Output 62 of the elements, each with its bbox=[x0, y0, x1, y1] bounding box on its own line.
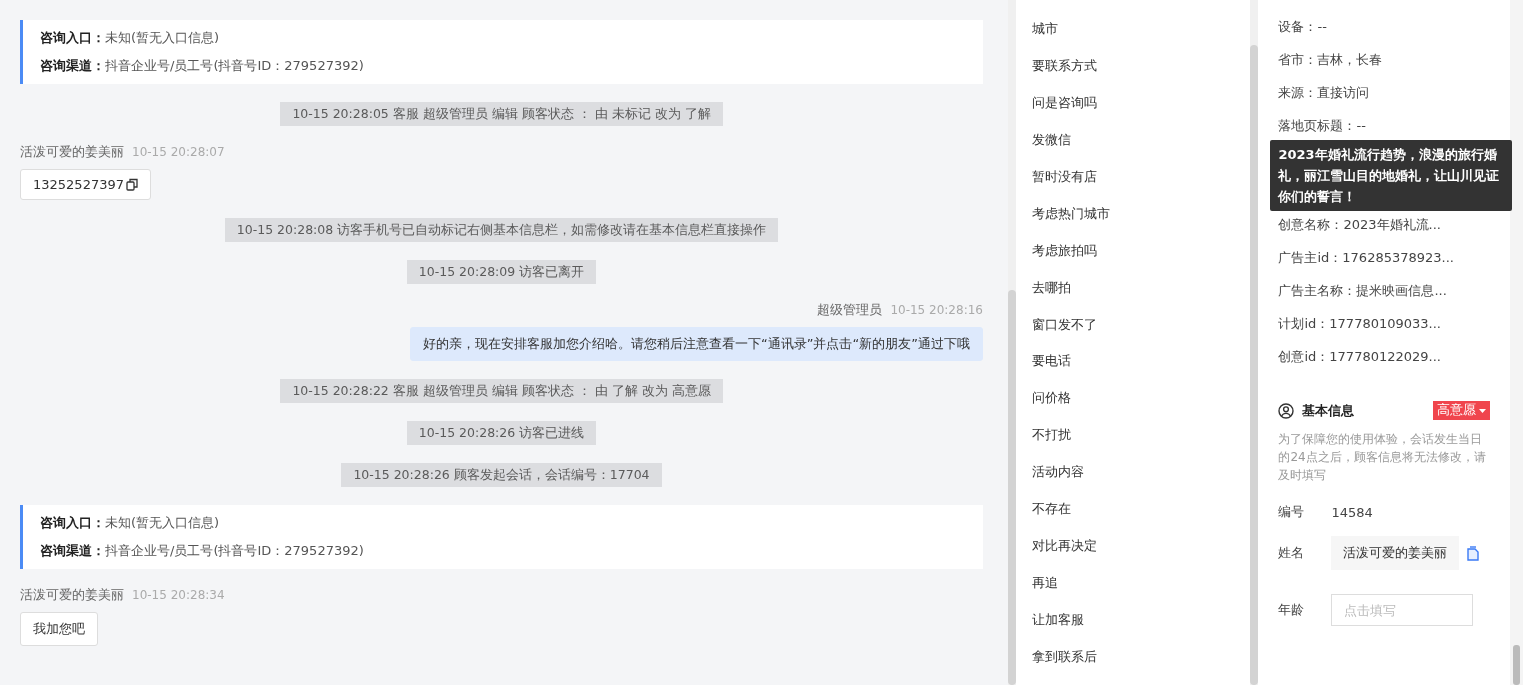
section-title: 基本信息 bbox=[1302, 401, 1356, 420]
entry-info: 咨询入口：未知(暂无入口信息) bbox=[40, 29, 221, 47]
quick-reply-item[interactable]: 考虑热门城市 bbox=[1031, 205, 1110, 221]
notice-text: 为了保障您的使用体验，会话发生当日的24点之后，顾客信息将无法修改，请及时填写 bbox=[1278, 431, 1487, 484]
system-notice: 10-15 20:28:09 访客已离开 bbox=[406, 260, 597, 284]
status-dropdown[interactable]: 高意愿 bbox=[1433, 401, 1490, 420]
sender-name: 超级管理员 bbox=[817, 302, 883, 319]
info-row-text: 落地页标题：-- bbox=[1278, 117, 1367, 135]
quick-reply-item[interactable]: 活动内容 bbox=[1031, 464, 1084, 480]
message-bubble: 我加您吧 bbox=[20, 612, 98, 646]
quick-reply-item[interactable]: 拿到联系后 bbox=[1031, 648, 1097, 664]
channel-info: 咨询渠道：抖音企业号/员工号(抖音号ID：279527392) bbox=[40, 542, 365, 560]
tooltip: 2023年婚礼流行趋势，浪漫的旅行婚礼，丽江雪山目的地婚礼，让山川见证你们的誓言！ bbox=[1270, 140, 1513, 211]
system-notice: 10-15 20:28:22 客服 超级管理员 编辑 顾客状态 ： 由 了解 改为 高意愿 bbox=[280, 379, 723, 403]
quick-reply-item[interactable]: 城市 bbox=[1031, 21, 1058, 36]
user-icon bbox=[1278, 402, 1295, 419]
field-label: 编号 bbox=[1278, 503, 1306, 521]
name-field: 活泼可爱的姜美丽 bbox=[1331, 536, 1460, 570]
info-row-text: 计划id：177780109033... bbox=[1278, 315, 1442, 333]
info-row-text: 广告主名称：提米映画信息... bbox=[1278, 282, 1448, 300]
chat-scrollbar[interactable] bbox=[1007, 0, 1016, 685]
quick-reply-item[interactable]: 窗口发不了 bbox=[1031, 316, 1097, 332]
channel-info: 咨询渠道：抖音企业号/员工号(抖音号ID：279527392) bbox=[40, 57, 365, 75]
quick-reply-item[interactable]: 要电话 bbox=[1031, 353, 1071, 369]
info-row-text: 来源：直接访问 bbox=[1278, 84, 1371, 102]
sender-name: 活泼可爱的姜美丽 bbox=[20, 587, 124, 604]
message-bubble: 13252527397 bbox=[20, 169, 151, 200]
quick-reply-item[interactable]: 要联系方式 bbox=[1031, 57, 1097, 73]
quick-reply-item[interactable]: 不存在 bbox=[1031, 501, 1071, 517]
panel-scrollbar[interactable] bbox=[1510, 0, 1523, 685]
system-notice: 10-15 20:28:26 访客已进线 bbox=[406, 421, 597, 445]
system-notice: 10-15 20:28:08 访客手机号已自动标记右侧基本信息栏，如需修改请在基本信息栏直接操作 bbox=[224, 218, 779, 242]
field-label: 年龄 bbox=[1278, 601, 1306, 619]
quick-reply-item[interactable]: 对比再决定 bbox=[1031, 538, 1097, 554]
message-time: 10-15 20:28:34 bbox=[132, 588, 225, 602]
info-row-text: 省市：吉林，长春 bbox=[1278, 51, 1384, 69]
quick-reply-item[interactable]: 再追 bbox=[1031, 575, 1058, 591]
system-notice: 10-15 20:28:05 客服 超级管理员 编辑 顾客状态 ： 由 未标记 改为 了解 bbox=[280, 102, 723, 126]
quick-reply-item[interactable]: 让加客服 bbox=[1031, 612, 1084, 627]
list-scrollbar[interactable] bbox=[1250, 0, 1259, 685]
quick-reply-item[interactable]: 不打扰 bbox=[1031, 427, 1071, 443]
quick-reply-item[interactable]: 问价格 bbox=[1031, 390, 1071, 406]
info-row-text: 创意id：177780122029... bbox=[1278, 348, 1442, 366]
info-row-text: 创意名称：2023年婚礼流... bbox=[1278, 216, 1442, 234]
caret-icon bbox=[1479, 408, 1486, 413]
quick-reply-item[interactable]: 去哪拍 bbox=[1031, 279, 1071, 295]
info-row-text: 广告主id：176285378923... bbox=[1278, 249, 1455, 267]
quick-reply-item[interactable]: 考虑旅拍吗 bbox=[1031, 242, 1097, 258]
message-time: 10-15 20:28:07 bbox=[132, 145, 225, 159]
quick-reply-item[interactable]: 发微信 bbox=[1031, 131, 1071, 147]
quick-reply-item[interactable]: 问是咨询吗 bbox=[1031, 94, 1097, 110]
info-row-text: 设备：-- bbox=[1278, 18, 1328, 36]
field-label: 姓名 bbox=[1278, 544, 1306, 562]
entry-info: 咨询入口：未知(暂无入口信息) bbox=[40, 514, 221, 532]
system-notice: 10-15 20:28:26 顾客发起会话，会话编号：17704 bbox=[341, 463, 662, 487]
sender-name: 活泼可爱的姜美丽 bbox=[20, 144, 124, 161]
message-bubble: 好的亲，现在安排客服加您介绍哈。请您稍后注意查看一下“通讯录”并点击“新的朋友”通过下哦 bbox=[410, 327, 983, 361]
quick-reply-item[interactable]: 暂时没有店 bbox=[1031, 168, 1097, 184]
age-input[interactable]: 点击填写 bbox=[1331, 594, 1474, 626]
copy-icon[interactable] bbox=[126, 178, 138, 191]
message-time: 10-15 20:28:16 bbox=[890, 303, 983, 317]
field-value: 14584 bbox=[1331, 504, 1373, 520]
